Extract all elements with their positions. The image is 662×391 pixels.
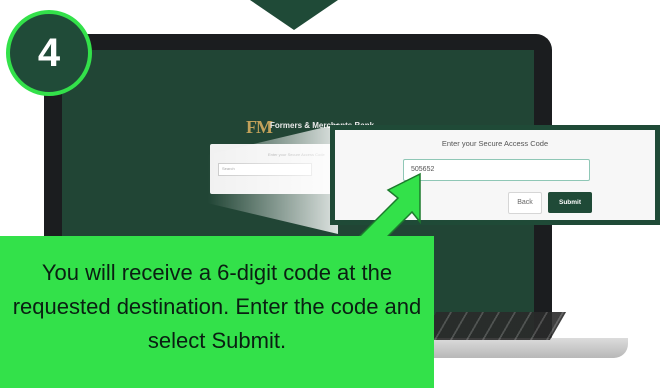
back-button[interactable]: Back: [508, 192, 542, 214]
down-triangle-icon: [250, 0, 338, 30]
step-number-badge: 4: [6, 10, 92, 96]
submit-button[interactable]: Submit: [548, 192, 592, 213]
instruction-text: You will receive a 6-digit code at the r…: [12, 260, 422, 353]
zoom-form-caption: Enter your Secure Access Code: [441, 139, 549, 148]
keyboard: [419, 312, 567, 340]
bank-logo-mark: FM: [246, 117, 273, 137]
